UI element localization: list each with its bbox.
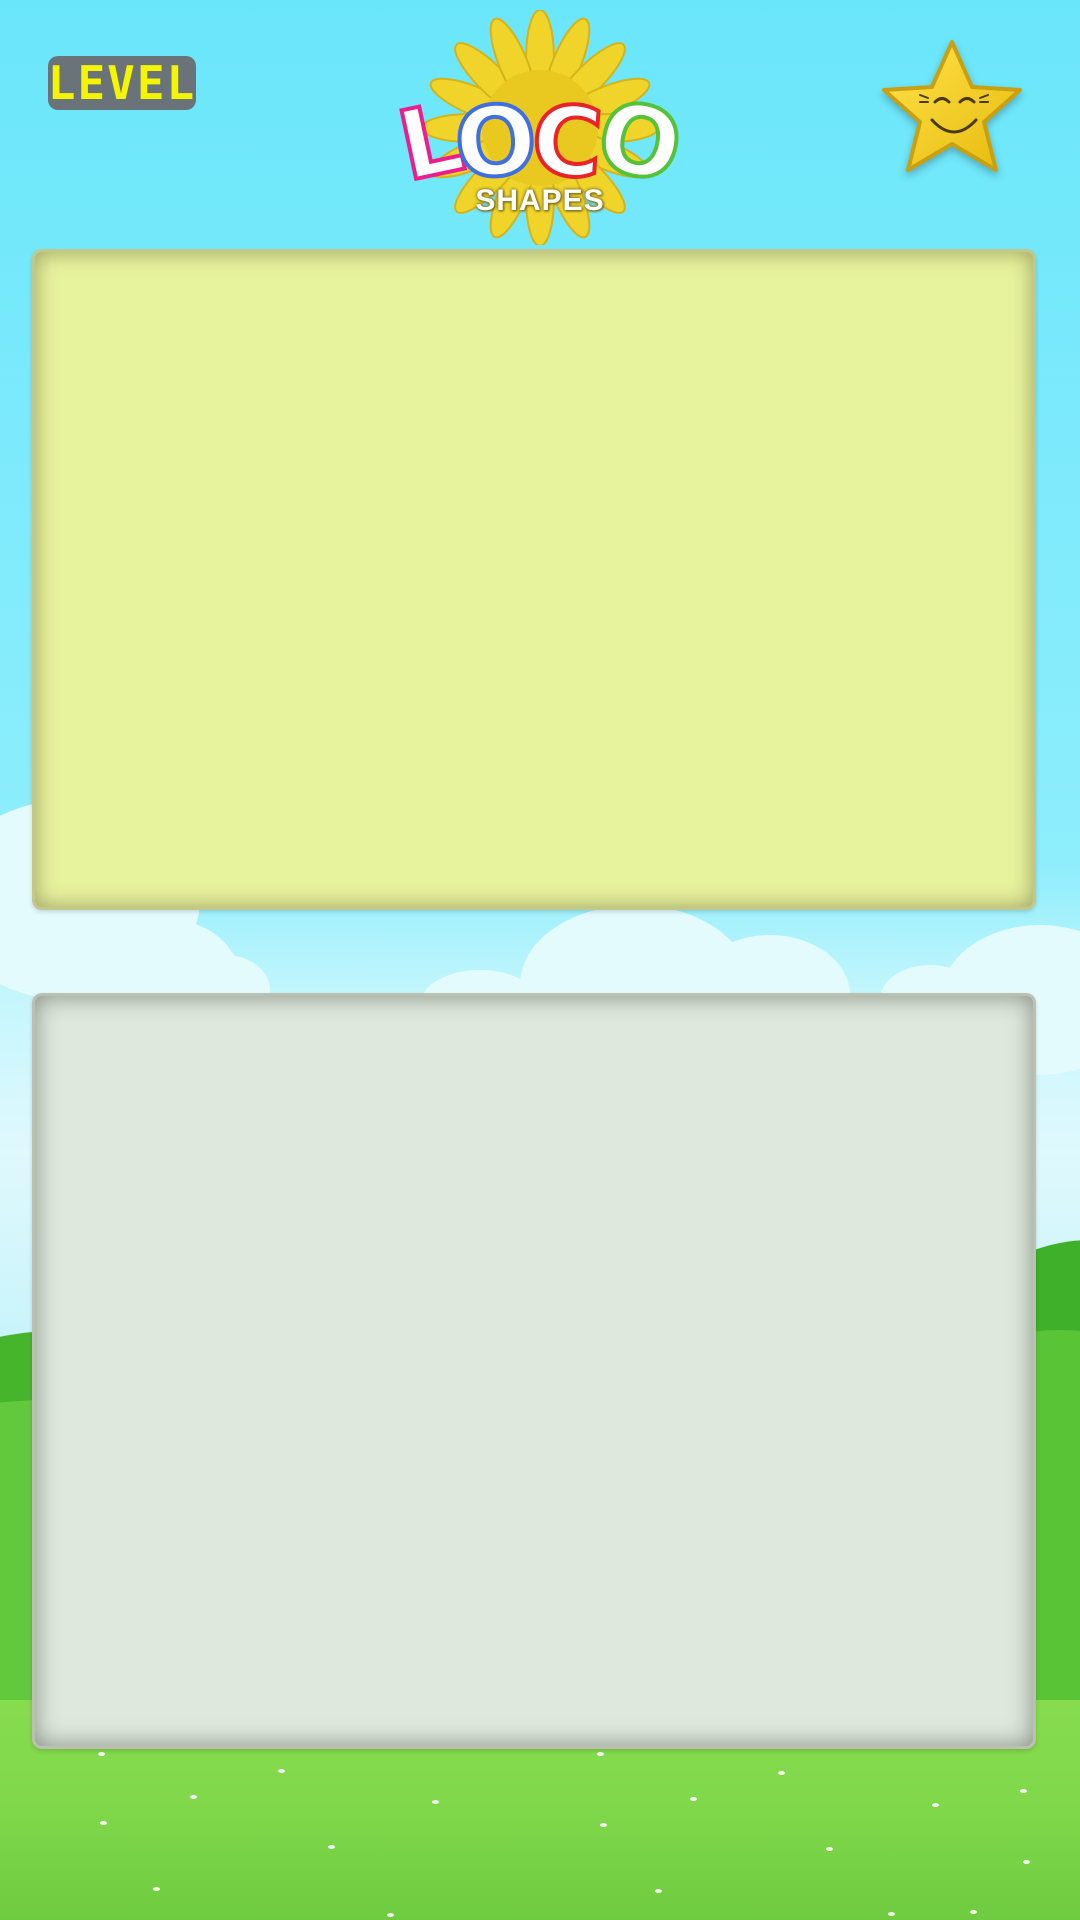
logo-subtitle: SHAPES — [475, 184, 605, 217]
smiling-star-icon — [882, 40, 1022, 172]
target-shape-panel — [32, 249, 1036, 910]
game-logo: L O C O SHAPES — [387, 10, 694, 245]
game-scene: LEVEL L O C O SHAPES — [0, 0, 1080, 1920]
level-badge[interactable]: LEVEL — [48, 56, 196, 110]
level-label: LEVEL — [47, 56, 197, 110]
star-button[interactable] — [872, 32, 1032, 182]
logo-letter-o1: O — [449, 81, 542, 202]
drawing-panel[interactable] — [32, 993, 1036, 1749]
logo-title: L O C O — [387, 77, 694, 208]
